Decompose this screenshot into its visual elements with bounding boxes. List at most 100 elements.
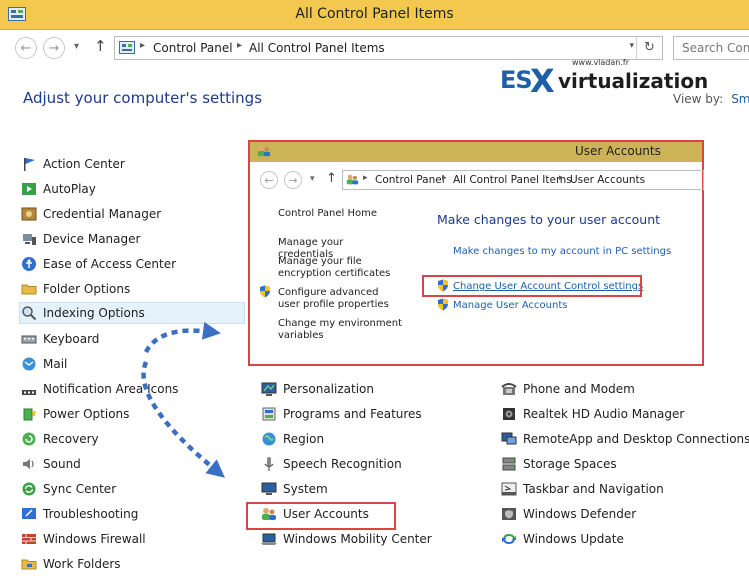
breadcrumb-control-panel[interactable]: Control Panel [153,41,233,55]
item-label: Taskbar and Navigation [523,482,664,496]
item-power-options[interactable]: Power Options [21,403,129,425]
chevron-down-icon[interactable]: ▾ [629,41,634,51]
item-autoplay[interactable]: AutoPlay [21,178,96,200]
item-sound[interactable]: Sound [21,453,81,475]
item-sync-center[interactable]: Sync Center [21,478,116,500]
item-speech-recognition[interactable]: Speech Recognition [261,453,402,475]
audio-icon [501,406,517,422]
item-mail[interactable]: Mail [21,353,67,375]
overlay-forward-button[interactable]: → [284,171,302,189]
item-keyboard[interactable]: Keyboard [21,328,99,350]
item-system[interactable]: System [261,478,328,500]
item-label: Storage Spaces [523,457,617,471]
item-folder-options[interactable]: Folder Options [21,278,130,300]
item-taskbar-and-navigation[interactable]: Taskbar and Navigation [501,478,664,500]
logo-es: ES [500,66,533,94]
view-by: View by: Sma [673,92,749,106]
overlay-up-button[interactable]: ↑ [326,171,337,186]
chevron-right-icon: ▸ [140,40,146,51]
breadcrumb-all-items[interactable]: All Control Panel Items [249,41,385,55]
user-accounts-overlay: User Accounts ← → ▾ ↑ ▸ Control Panel ▸ … [248,140,704,366]
firewall-icon [21,531,37,547]
address-bar[interactable]: ▸ Control Panel ▸ All Control Panel Item… [114,36,663,60]
item-label: Notification Area Icons [43,382,179,396]
refresh-button[interactable]: ↻ [636,37,662,59]
esx-virtualization-logo: www.vladan.fr ES X virtualization [500,58,708,100]
logo-x: X [530,62,555,100]
item-windows-firewall[interactable]: Windows Firewall [21,528,146,550]
item-personalization[interactable]: Personalization [261,378,374,400]
view-by-dropdown[interactable]: Sma [731,92,749,106]
item-label: Mail [43,357,68,371]
logo-virtualization: virtualization [558,69,709,93]
overlay-address-bar[interactable]: ▸ Control Panel ▸ All Control Panel Item… [342,170,704,190]
sync-icon [21,481,37,497]
manage-user-accounts-link[interactable]: Manage User Accounts [453,300,567,311]
defender-icon [501,506,517,522]
overlay-breadcrumb-all-items[interactable]: All Control Panel Items [453,174,572,186]
item-label: Keyboard [43,332,100,346]
item-ease-of-access-center[interactable]: Ease of Access Center [21,253,176,275]
recent-locations-button[interactable]: ▾ [74,41,79,52]
item-label: AutoPlay [43,182,96,196]
remote-icon [501,431,517,447]
forward-button[interactable]: → [43,37,65,59]
work-folder-icon [21,556,37,572]
item-realtek-hd-audio-manager[interactable]: Realtek HD Audio Manager [501,403,684,425]
item-work-folders[interactable]: Work Folders [21,553,121,575]
overlay-navigation-bar: ← → ▾ ↑ ▸ Control Panel ▸ All Control Pa… [250,168,704,192]
control-panel-home-link[interactable]: Control Panel Home [278,208,377,220]
item-windows-defender[interactable]: Windows Defender [501,503,636,525]
item-label: Windows Mobility Center [283,532,432,546]
item-windows-mobility-center[interactable]: Windows Mobility Center [261,528,432,550]
arrow-to-overlay [144,321,221,354]
up-button[interactable]: ↑ [94,37,107,55]
overlay-breadcrumb-control-panel[interactable]: Control Panel [375,174,445,186]
file-encryption-link[interactable]: Manage your file encryption certificates [278,256,408,280]
item-troubleshooting[interactable]: Troubleshooting [21,503,138,525]
arrow-left-icon: ← [264,173,274,187]
item-credential-manager[interactable]: Credential Manager [21,203,161,225]
item-label: Windows Defender [523,507,637,521]
environment-variables-link[interactable]: Change my environment variables [278,318,403,342]
item-recovery[interactable]: Recovery [21,428,99,450]
item-windows-update[interactable]: Windows Update [501,528,624,550]
mobility-icon [261,531,277,547]
item-indexing-options[interactable]: Indexing Options [19,302,245,324]
item-label: Windows Update [523,532,624,546]
power-icon [21,406,37,422]
view-by-label: View by: [673,92,724,106]
item-phone-and-modem[interactable]: Phone and Modem [501,378,635,400]
recovery-icon [21,431,37,447]
flag-icon [21,156,37,172]
update-icon [501,531,517,547]
item-label: Personalization [283,382,374,396]
item-notification-area-icons[interactable]: Notification Area Icons [21,378,178,400]
overlay-recent-button[interactable]: ▾ [310,174,315,184]
chevron-right-icon: ▸ [363,173,368,183]
back-button[interactable]: ← [15,37,37,59]
overlay-title-bar: User Accounts [250,142,702,162]
item-programs-and-features[interactable]: Programs and Features [261,403,422,425]
search-input[interactable]: Search Contr [673,36,749,60]
advanced-profile-link[interactable]: Configure advanced user profile properti… [278,287,403,311]
item-user-accounts[interactable]: User Accounts [261,503,369,525]
item-label: Work Folders [43,557,121,571]
uac-settings-link[interactable]: Change User Account Control settings [453,281,643,292]
item-region[interactable]: Region [261,428,324,450]
item-remoteapp-and-desktop-connections[interactable]: RemoteApp and Desktop Connections [501,428,749,450]
item-storage-spaces[interactable]: Storage Spaces [501,453,617,475]
vault-icon [21,206,37,222]
shield-icon [437,298,449,314]
item-label: Action Center [43,157,125,171]
item-label: Recovery [43,432,99,446]
pc-settings-link[interactable]: Make changes to my account in PC setting… [453,246,671,257]
overlay-back-button[interactable]: ← [260,171,278,189]
overlay-breadcrumb-user-accounts[interactable]: User Accounts [570,174,645,186]
refresh-icon: ↻ [644,40,655,55]
item-label: Windows Firewall [43,532,146,546]
item-action-center[interactable]: Action Center [21,153,125,175]
users-icon [261,506,277,522]
item-device-manager[interactable]: Device Manager [21,228,140,250]
item-label: Device Manager [43,232,141,246]
